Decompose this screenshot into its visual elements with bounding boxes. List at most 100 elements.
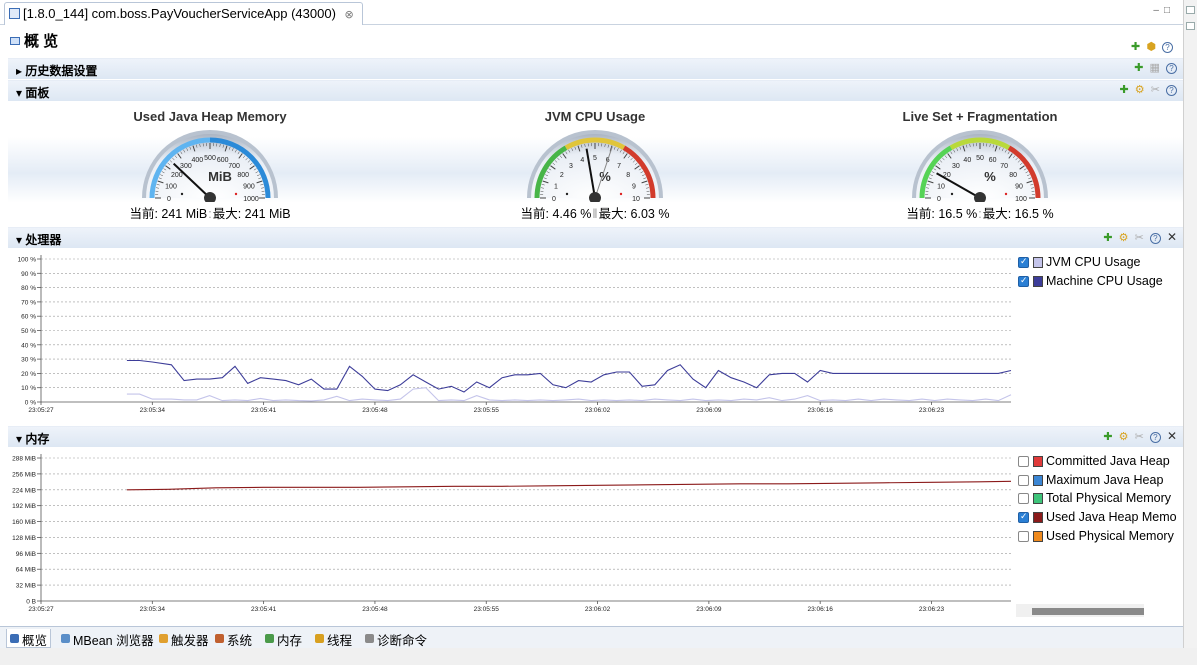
x-tick-label: 23:05:34 — [140, 407, 166, 414]
processor-tools: ✚ ⚙ ✂ ? ✕ — [1100, 230, 1177, 244]
add-icon[interactable]: ✚ — [1131, 40, 1140, 53]
cpu-line-chart[interactable]: 0 % 10 % 20 % 30 % 40 % 50 % 60 % 70 % 80 % 90 % 1… — [8, 249, 1013, 425]
mission-control-app: [1.8.0_144] com.boss.PayVoucherServiceAp… — [0, 0, 1197, 665]
x-tick-label: 23:06:09 — [696, 407, 722, 414]
history-tools: ✚ ▦ ? — [1131, 61, 1177, 74]
gauge-dial: 012345678910% — [527, 130, 663, 202]
y-tick-label: 96 MiB — [16, 551, 36, 558]
bottom-tab-label: 系统 — [227, 634, 253, 648]
table-icon[interactable]: ▦ — [1150, 61, 1160, 74]
legend-checkbox[interactable] — [1018, 256, 1029, 268]
clear-icon[interactable]: ✂ — [1151, 83, 1160, 96]
y-tick-label: 0 % — [25, 400, 36, 407]
edit-icon[interactable]: ⚙ — [1119, 430, 1129, 443]
help-icon[interactable]: ? — [1166, 63, 1177, 74]
gauge-current: 当前: 16.5 % — [906, 207, 978, 221]
minimize-view-icon[interactable] — [1186, 6, 1195, 14]
editor-tab-title: [1.8.0_144] com.boss.PayVoucherServiceAp… — [23, 6, 336, 21]
processor-title[interactable]: ▾ 处理器 — [16, 231, 61, 248]
y-tick-label: 60 % — [21, 314, 36, 321]
edit-icon[interactable]: ⚙ — [1119, 231, 1129, 244]
legend-checkbox[interactable] — [1018, 493, 1029, 505]
y-tick-label: 20 % — [21, 371, 36, 378]
help-icon[interactable]: ? — [1149, 432, 1161, 443]
edit-icon[interactable]: ⚙ — [1135, 83, 1145, 96]
gauge-tick-label: 0 — [552, 196, 556, 202]
x-tick-label: 23:05:48 — [362, 606, 388, 613]
x-tick-label: 23:05:55 — [474, 606, 500, 613]
gauge-tick-label: 8 — [626, 172, 630, 179]
gauge-tick-label: 200 — [171, 172, 183, 179]
add-icon[interactable]: ✚ — [1120, 83, 1129, 96]
legend-checkbox[interactable] — [1018, 275, 1029, 287]
add-icon[interactable]: ✚ — [1103, 231, 1112, 244]
restore-view-icon[interactable] — [1186, 22, 1195, 30]
minimize-icon[interactable]: – — [1153, 5, 1164, 16]
gauge-max: 最大: 241 MiB — [212, 207, 291, 221]
y-tick-label: 80 % — [21, 285, 36, 292]
close-icon[interactable]: ✕ — [1167, 230, 1177, 244]
processor-section[interactable]: ▾ 处理器 ✚ ⚙ ✂ ? ✕ — [8, 227, 1183, 248]
help-icon[interactable]: ? — [1166, 85, 1177, 96]
gauge-title: Live Set + Fragmentation — [902, 109, 1058, 124]
history-settings-section[interactable]: ▸ 历史数据设置 ✚ ▦ ? — [8, 58, 1183, 79]
page-title: 概 览 — [10, 30, 58, 51]
y-tick-label: 100 % — [18, 257, 37, 264]
legend-checkbox[interactable] — [1018, 530, 1029, 542]
legend-scrollbar-track[interactable] — [1016, 604, 1144, 617]
series-line — [126, 387, 1012, 402]
gauge-dot — [234, 192, 238, 196]
close-tab-icon[interactable]: ⊗ — [345, 9, 354, 21]
gauge-tick-label: 0 — [937, 196, 941, 202]
clear-icon[interactable]: ✂ — [1135, 430, 1144, 443]
legend-checkbox[interactable] — [1018, 456, 1029, 467]
dashboard-title[interactable]: ▾ 面板 — [16, 84, 49, 101]
reset-icon[interactable]: ⬢ — [1146, 40, 1156, 53]
gauge-tick-label: 0 — [167, 196, 171, 202]
history-settings-title[interactable]: ▸ 历史数据设置 — [16, 62, 97, 79]
gauge-tick-label: 30 — [952, 163, 960, 170]
y-tick-label: 0 B — [26, 599, 36, 606]
editor-tab-jvm[interactable]: [1.8.0_144] com.boss.PayVoucherServiceAp… — [4, 2, 363, 25]
memory-legend: Committed Java Heap Maximum Java Heap Tota… — [1018, 454, 1180, 554]
bottom-tab[interactable]: 系统 — [212, 629, 255, 648]
legend-scrollbar-thumb[interactable] — [1032, 608, 1144, 615]
y-tick-label: 32 MiB — [16, 583, 36, 590]
bottom-tab[interactable]: 线程 — [312, 629, 355, 648]
help-icon[interactable]: ? — [1149, 233, 1161, 244]
side-strip — [1183, 0, 1197, 665]
maximize-icon[interactable]: □ — [1164, 5, 1175, 16]
gauge-dot — [950, 192, 954, 196]
bottom-tab[interactable]: MBean 浏览器 — [58, 629, 157, 648]
help-icon[interactable]: ? — [1162, 42, 1173, 53]
dashboard-section[interactable]: ▾ 面板 ✚ ⚙ ✂ ? — [8, 80, 1183, 101]
gauge-tick-label: 300 — [180, 163, 192, 170]
add-icon[interactable]: ✚ — [1134, 61, 1143, 74]
bottom-tab[interactable]: 诊断命令 — [362, 629, 430, 648]
legend-checkbox[interactable] — [1018, 474, 1029, 486]
gauge-tick-label: 500 — [204, 155, 216, 162]
memory-section[interactable]: ▾ 内存 ✚ ⚙ ✂ ? ✕ — [8, 426, 1183, 447]
bottom-tab[interactable]: 内存 — [262, 629, 305, 648]
memory-title[interactable]: ▾ 内存 — [16, 430, 49, 447]
clear-icon[interactable]: ✂ — [1135, 231, 1144, 244]
y-tick-label: 256 MiB — [12, 471, 36, 478]
gauge-tick-label: 800 — [237, 172, 249, 179]
gauge-tick-label: 4 — [580, 157, 584, 164]
legend-checkbox[interactable] — [1018, 511, 1029, 524]
gauge-dot — [619, 192, 623, 196]
legend-color-swatch — [1033, 275, 1043, 287]
legend-color-swatch — [1033, 530, 1043, 542]
close-icon[interactable]: ✕ — [1167, 429, 1177, 443]
bottom-tab[interactable]: 触发器 — [156, 629, 212, 648]
legend-label: Used Physical Memory — [1046, 528, 1174, 543]
gauge-tick-label: 7 — [617, 163, 621, 170]
bottom-tab[interactable]: 概览 — [6, 629, 52, 648]
gauge-live-set[interactable]: Live Set + Fragmentation 0 10 20 30 40 50 60 70… — [810, 102, 1150, 226]
memory-line-chart[interactable]: 0 B 32 MiB 64 MiB 96 MiB 128 MiB 160 MiB 192 M… — [8, 448, 1013, 624]
page-title-text: 概 览 — [24, 33, 59, 50]
x-tick-label: 23:06:09 — [696, 606, 722, 613]
add-icon[interactable]: ✚ — [1103, 430, 1112, 443]
gauge-heap[interactable]: Used Java Heap Memory 0 100 200 300 400 500 60… — [40, 102, 380, 226]
gauge-jvm-cpu[interactable]: JVM CPU Usage 012345678910% 当前: 4.46 %‖最… — [425, 102, 765, 226]
